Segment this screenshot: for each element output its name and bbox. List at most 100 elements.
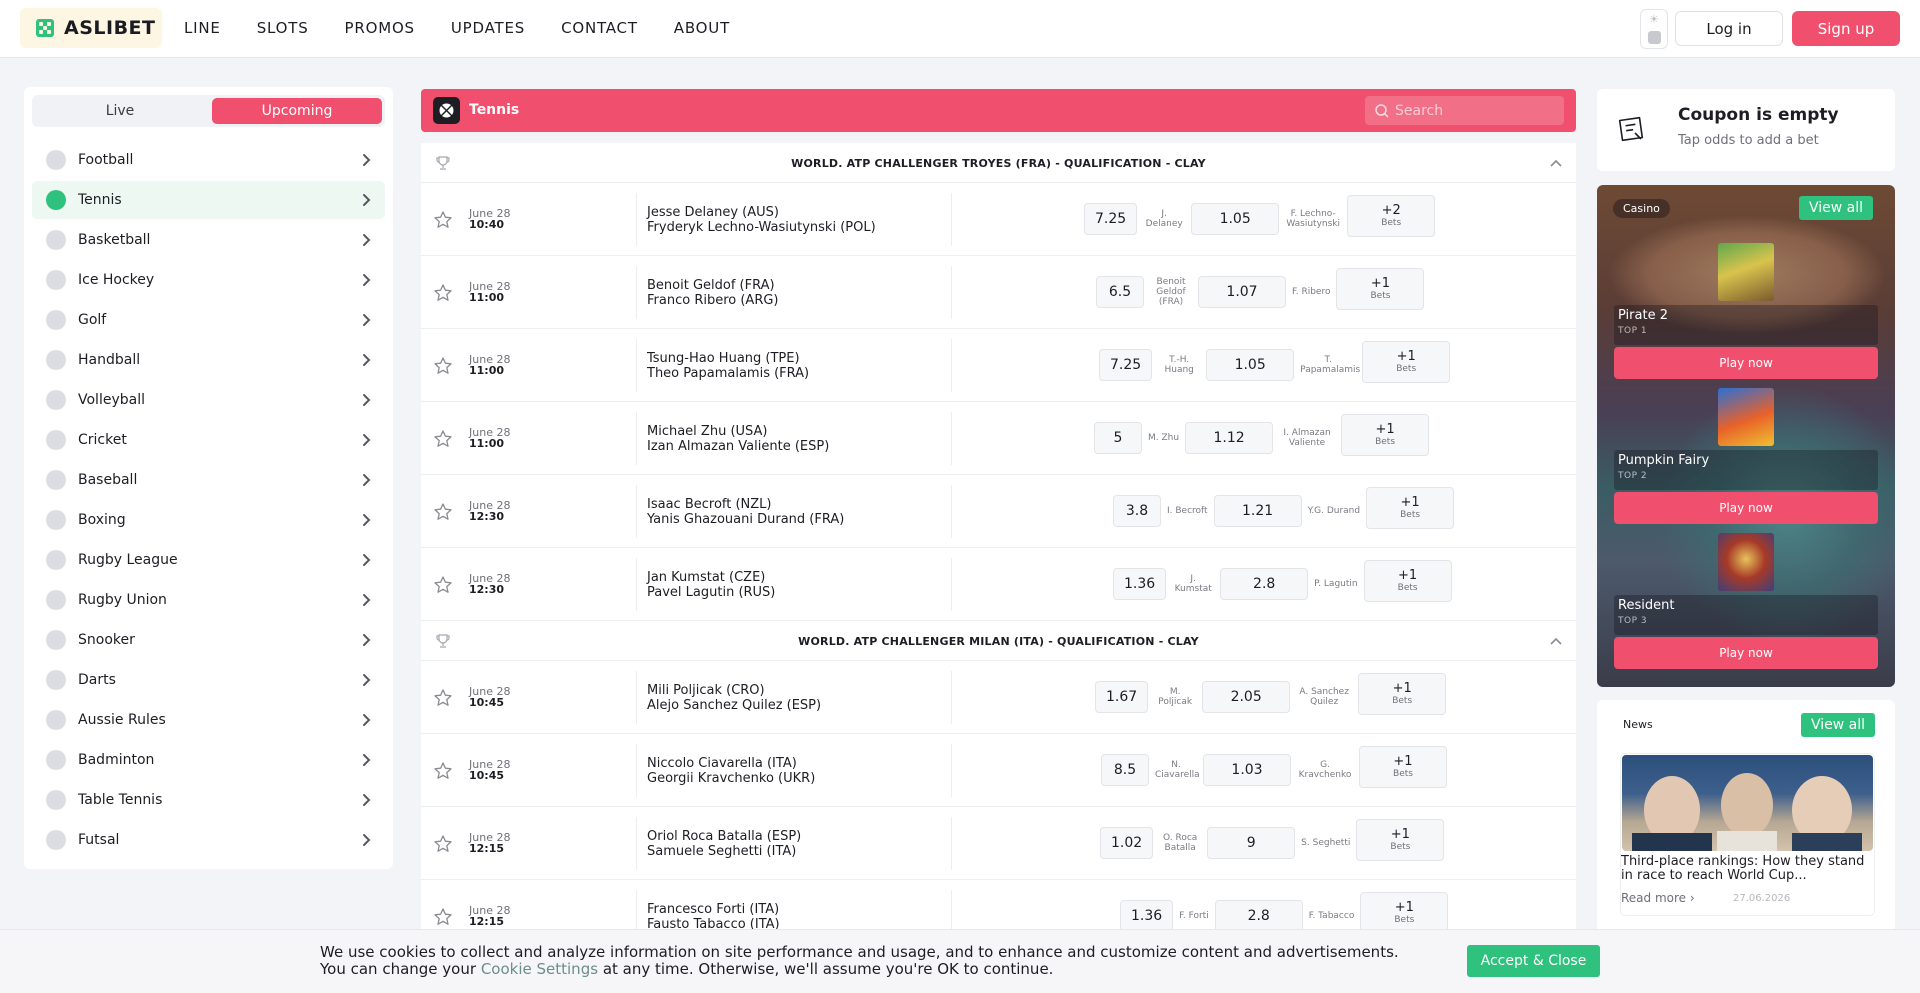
odd-button-home[interactable]: 3.8: [1113, 494, 1161, 527]
event-teams[interactable]: Mili Poljicak (CRO) Alejo Sanchez Quilez …: [647, 683, 821, 713]
star-icon[interactable]: [433, 834, 453, 854]
chevron-up-icon[interactable]: [1550, 158, 1562, 168]
odd-button-home[interactable]: 1.67: [1095, 680, 1149, 713]
odd-button-away[interactable]: 2.8: [1214, 899, 1303, 932]
sidebar-item-darts[interactable]: Darts: [32, 661, 385, 699]
logo[interactable]: ASLIBET: [20, 8, 162, 48]
nav-promos[interactable]: PROMOS: [345, 19, 415, 37]
sidebar-item-rugby-league[interactable]: Rugby League: [32, 541, 385, 579]
event-teams[interactable]: Francesco Forti (ITA) Fausto Tabacco (ITA…: [647, 902, 780, 932]
more-bets-button[interactable]: +1 Bets: [1363, 560, 1452, 602]
away-team: Yanis Ghazouani Durand (FRA): [647, 512, 845, 527]
sidebar-item-basketball[interactable]: Basketball: [32, 221, 385, 259]
game-thumbnail-pirate-2[interactable]: [1718, 243, 1774, 301]
star-icon[interactable]: [433, 575, 453, 595]
more-bets-button[interactable]: +1 Bets: [1366, 487, 1455, 529]
casino-view-all-button[interactable]: View all: [1799, 196, 1874, 220]
sidebar-item-cricket[interactable]: Cricket: [32, 421, 385, 459]
star-icon[interactable]: [433, 283, 453, 303]
sidebar-item-snooker[interactable]: Snooker: [32, 621, 385, 659]
nav-contact[interactable]: CONTACT: [561, 19, 638, 37]
event-teams[interactable]: Jesse Delaney (AUS) Fryderyk Lechno-Wasiu…: [647, 205, 876, 235]
sidebar-item-rugby-union[interactable]: Rugby Union: [32, 581, 385, 619]
sidebar-item-football[interactable]: Football: [32, 141, 385, 179]
star-icon[interactable]: [433, 907, 453, 927]
accept-close-button[interactable]: Accept & Close: [1467, 945, 1600, 977]
star-icon[interactable]: [433, 761, 453, 781]
game-thumbnail-resident[interactable]: [1718, 533, 1774, 591]
nav-about[interactable]: ABOUT: [674, 19, 730, 37]
sidebar-item-handball[interactable]: Handball: [32, 341, 385, 379]
more-bets-button[interactable]: +1 Bets: [1341, 414, 1430, 456]
search-input[interactable]: [1395, 96, 1560, 125]
play-now-button[interactable]: Play now: [1614, 637, 1878, 669]
odd-button-home[interactable]: 6.5: [1096, 275, 1144, 308]
sidebar-item-badminton[interactable]: Badminton: [32, 741, 385, 779]
more-bets-button[interactable]: +1 Bets: [1358, 673, 1447, 715]
star-icon[interactable]: [433, 502, 453, 522]
news-headline[interactable]: Third-place rankings: How they stand in …: [1621, 855, 1873, 883]
odd-button-away[interactable]: 2.8: [1220, 567, 1309, 600]
news-card[interactable]: Third-place rankings: How they stand in …: [1620, 753, 1875, 916]
sidebar-item-tennis[interactable]: Tennis: [32, 181, 385, 219]
odd-button-away[interactable]: 1.21: [1213, 494, 1302, 527]
league-header[interactable]: WORLD. ATP CHALLENGER MILAN (ITA) - QUAL…: [421, 621, 1576, 661]
more-bets-button[interactable]: +1 Bets: [1356, 819, 1445, 861]
chevron-up-icon[interactable]: [1550, 636, 1562, 646]
league-header[interactable]: WORLD. ATP CHALLENGER TROYES (FRA) - QUA…: [421, 143, 1576, 183]
event-teams[interactable]: Oriol Roca Batalla (ESP) Samuele Seghetti…: [647, 829, 801, 859]
odd-button-home[interactable]: 1.02: [1100, 826, 1154, 859]
sidebar-item-volleyball[interactable]: Volleyball: [32, 381, 385, 419]
sidebar-item-table-tennis[interactable]: Table Tennis: [32, 781, 385, 819]
more-bets-button[interactable]: +1 Bets: [1360, 892, 1449, 933]
star-icon[interactable]: [433, 429, 453, 449]
theme-toggle[interactable]: ☀: [1640, 9, 1668, 49]
sidebar-item-boxing[interactable]: Boxing: [32, 501, 385, 539]
odd-button-away[interactable]: 1.07: [1198, 275, 1286, 308]
odd-button-home[interactable]: 1.36: [1113, 567, 1167, 600]
login-button[interactable]: Log in: [1675, 11, 1783, 46]
nav-updates[interactable]: UPDATES: [451, 19, 525, 37]
event-teams[interactable]: Isaac Becroft (NZL) Yanis Ghazouani Duran…: [647, 497, 844, 527]
odd-button-home[interactable]: 8.5: [1101, 753, 1149, 786]
star-icon[interactable]: [433, 688, 453, 708]
star-icon[interactable]: [433, 210, 453, 230]
more-bets-button[interactable]: +1 Bets: [1336, 268, 1425, 310]
odd-button-away[interactable]: 1.03: [1203, 753, 1291, 786]
nav-line[interactable]: LINE: [184, 19, 221, 37]
odd-button-home[interactable]: 7.25: [1084, 202, 1138, 235]
event-teams[interactable]: Niccolo Ciavarella (ITA) Georgii Kravchen…: [647, 756, 815, 786]
odd-button-home[interactable]: 5: [1094, 421, 1142, 454]
sidebar-item-baseball[interactable]: Baseball: [32, 461, 385, 499]
news-view-all-button[interactable]: View all: [1801, 713, 1876, 737]
tab-upcoming[interactable]: Upcoming: [212, 98, 382, 124]
sidebar-item-aussie-rules[interactable]: Aussie Rules: [32, 701, 385, 739]
odd-button-home[interactable]: 1.36: [1120, 899, 1174, 932]
sidebar-item-golf[interactable]: Golf: [32, 301, 385, 339]
sidebar-item-ice-hockey[interactable]: Ice Hockey: [32, 261, 385, 299]
tab-live[interactable]: Live: [35, 98, 205, 124]
odd-button-away[interactable]: 1.12: [1185, 421, 1274, 454]
odd-button-away[interactable]: 1.05: [1206, 348, 1295, 381]
event-teams[interactable]: Benoit Geldof (FRA) Franco Ribero (ARG): [647, 278, 779, 308]
play-now-button[interactable]: Play now: [1614, 492, 1878, 524]
odd-button-home[interactable]: 7.25: [1099, 348, 1153, 381]
play-now-button[interactable]: Play now: [1614, 347, 1878, 379]
event-teams[interactable]: Tsung-Hao Huang (TPE) Theo Papamalamis (F…: [647, 351, 809, 381]
sidebar-item-futsal[interactable]: Futsal: [32, 821, 385, 859]
odd-button-away[interactable]: 9: [1207, 826, 1296, 859]
signup-button[interactable]: Sign up: [1792, 11, 1900, 46]
more-bets-button[interactable]: +1 Bets: [1359, 746, 1447, 788]
nav-slots[interactable]: SLOTS: [257, 19, 309, 37]
event-teams[interactable]: Michael Zhu (USA) Izan Almazan Valiente (…: [647, 424, 829, 454]
cookie-settings-link[interactable]: Cookie Settings: [481, 960, 598, 978]
odd-button-away[interactable]: 2.05: [1202, 680, 1291, 713]
game-thumbnail-pumpkin-fairy[interactable]: [1718, 388, 1774, 446]
home-team: Isaac Becroft (NZL): [647, 497, 772, 512]
event-teams[interactable]: Jan Kumstat (CZE) Pavel Lagutin (RUS): [647, 570, 775, 600]
star-icon[interactable]: [433, 356, 453, 376]
odd-button-away[interactable]: 1.05: [1191, 202, 1280, 235]
more-bets-button[interactable]: +1 Bets: [1362, 341, 1451, 383]
more-bets-button[interactable]: +2 Bets: [1347, 195, 1436, 237]
read-more-link[interactable]: Read more ›: [1621, 891, 1695, 905]
